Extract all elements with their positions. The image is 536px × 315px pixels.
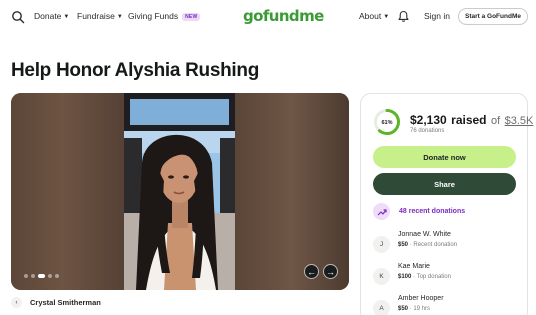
donation-card: 61% $2,130 raised of $3.5K 76 donations … xyxy=(360,93,533,315)
donor-name: Jonnae W. White xyxy=(398,231,451,238)
donor-avatar: J xyxy=(373,236,390,253)
donor-avatar: K xyxy=(373,268,390,285)
donor-amount: $50 xyxy=(398,242,409,248)
raised-amount: $2,130 xyxy=(410,113,447,127)
arrow-right-icon: → xyxy=(326,266,335,277)
nav-fundraise[interactable]: Fundraise ▼ xyxy=(77,11,123,21)
gofundme-logo[interactable]: gofundme xyxy=(243,7,324,25)
campaign-photo xyxy=(124,93,235,290)
nav-giving-funds[interactable]: Giving Funds NEW xyxy=(128,11,201,21)
raised-word: raised xyxy=(451,113,487,127)
nav-fundraise-label: Fundraise xyxy=(77,11,115,21)
recent-donations-label: 48 recent donations xyxy=(399,208,466,215)
bell-icon[interactable] xyxy=(397,10,410,23)
carousel-dot[interactable] xyxy=(31,274,35,278)
chevron-down-icon: ▼ xyxy=(63,14,70,20)
donor-name: Kae Marie xyxy=(398,263,430,270)
donor-meta: $50 · Recent donation xyxy=(398,242,458,248)
recent-donations-link[interactable]: 48 recent donations xyxy=(373,203,465,220)
goal-amount[interactable]: $3.5K xyxy=(505,115,534,127)
nav-donate[interactable]: Donate ▼ xyxy=(34,11,69,21)
raised-summary: $2,130 raised of $3.5K xyxy=(410,111,533,129)
progress-percent: 61% xyxy=(381,120,392,126)
chevron-down-icon: ▼ xyxy=(116,14,123,20)
new-badge: NEW xyxy=(182,13,201,21)
donor-note: Top donation xyxy=(416,274,451,280)
donor-note: 19 hrs xyxy=(413,306,431,312)
carousel-prev-button[interactable]: ← xyxy=(304,264,319,279)
organizer-name[interactable]: Crystal Smitherman xyxy=(30,298,101,307)
donor-name: Amber Hooper xyxy=(398,295,444,302)
donor-meta: $50 · 19 hrs xyxy=(398,306,431,312)
search-icon[interactable] xyxy=(11,10,25,24)
progress-ring: 61% xyxy=(373,108,401,136)
donor-item: K Kae Marie $100 · Top donation xyxy=(373,263,451,285)
nav-donate-label: Donate xyxy=(34,11,62,21)
donor-amount: $50 xyxy=(398,306,409,312)
carousel-dot[interactable] xyxy=(24,274,28,278)
signin-link[interactable]: Sign in xyxy=(424,11,450,21)
carousel-dot[interactable] xyxy=(48,274,52,278)
donations-count: 76 donations xyxy=(410,128,445,134)
donor-note: Recent donation xyxy=(413,242,458,248)
donate-now-button[interactable]: Donate now xyxy=(373,146,516,168)
donor-avatar: A xyxy=(373,300,390,315)
donor-meta: $100 · Top donation xyxy=(398,274,451,280)
organizer-row[interactable]: ‹ Crystal Smitherman xyxy=(11,297,101,308)
donor-item: J Jonnae W. White $50 · Recent donation xyxy=(373,231,457,253)
carousel-next-button[interactable]: → xyxy=(323,264,338,279)
donor-amount: $100 xyxy=(398,274,412,280)
media-blur-right xyxy=(235,93,349,290)
donor-item: A Amber Hooper $50 · 19 hrs xyxy=(373,295,444,315)
carousel-dot-active[interactable] xyxy=(38,274,45,278)
top-nav: Donate ▼ Fundraise ▼ Giving Funds NEW gofun… xyxy=(0,0,536,34)
nav-about-label: About xyxy=(359,11,382,21)
page-title: Help Honor Alyshia Rushing xyxy=(11,60,260,81)
raised-of: of xyxy=(490,115,501,127)
arrow-left-icon: ← xyxy=(307,266,316,277)
nav-about[interactable]: About ▼ xyxy=(359,11,389,21)
trending-up-icon xyxy=(373,203,390,220)
carousel-dot[interactable] xyxy=(55,274,59,278)
chevron-down-icon: ▼ xyxy=(383,14,390,20)
start-gofundme-button[interactable]: Start a GoFundMe xyxy=(458,8,528,25)
carousel-dots[interactable] xyxy=(24,274,59,278)
chevron-left-icon: ‹ xyxy=(11,297,22,308)
share-button[interactable]: Share xyxy=(373,173,516,195)
campaign-media-carousel[interactable]: ← → xyxy=(11,93,349,290)
media-blur-left xyxy=(11,93,124,290)
nav-giving-funds-label: Giving Funds xyxy=(128,11,179,21)
